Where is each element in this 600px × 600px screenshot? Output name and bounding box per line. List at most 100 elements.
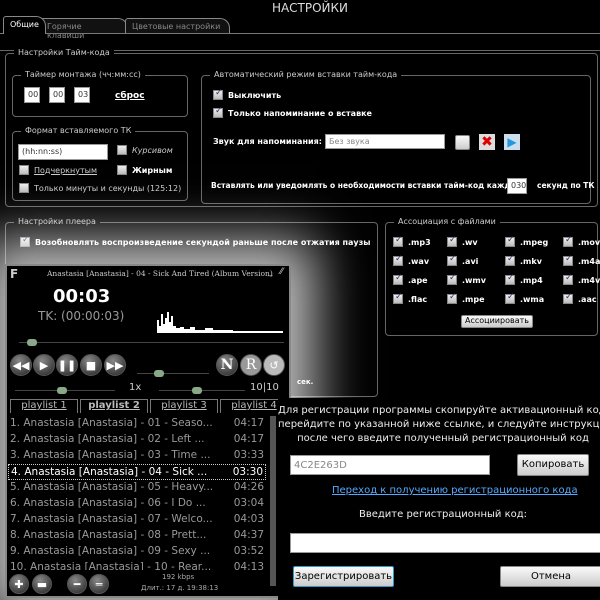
ext-checkbox[interactable]: .wmv (447, 273, 486, 285)
timer-seconds-input[interactable]: 03 (74, 87, 90, 103)
close-button[interactable]: ⁄⁄ (280, 267, 283, 277)
checkbox-icon[interactable] (20, 235, 30, 247)
rewind-button[interactable]: ◀◀ (10, 354, 32, 376)
playlist-item[interactable]: 1. Anastasia [Anastasia] - 01 - Seaso...… (8, 416, 266, 432)
ext-checkbox[interactable]: .m4v (563, 273, 600, 285)
playlist-item[interactable]: 4. Anastasia [Anastasia] - 04 - Sick ...… (8, 464, 266, 480)
tab-colors[interactable]: Цветовые настройки (125, 18, 230, 34)
ext-checkbox[interactable]: .mpeg (505, 235, 548, 247)
italic-checkbox[interactable]: Курсивом (117, 145, 173, 155)
checkbox-icon[interactable] (505, 254, 515, 266)
checkbox-icon[interactable] (505, 292, 515, 304)
activation-code-field[interactable]: 4C2E263D (290, 455, 490, 475)
checkbox-icon[interactable] (213, 106, 223, 118)
ext-checkbox[interactable]: .avi (447, 254, 478, 266)
underline-checkbox[interactable]: Подчеркнутым (19, 165, 97, 175)
checkbox-icon[interactable] (393, 292, 403, 304)
register-button[interactable]: Зарегистрировать (292, 565, 395, 588)
checkbox-icon[interactable] (117, 145, 127, 155)
playlist-tab[interactable]: playlist 3 (150, 399, 218, 413)
checkbox-icon[interactable] (563, 254, 573, 266)
ext-checkbox[interactable]: .wv (447, 235, 478, 247)
checkbox-icon[interactable] (505, 273, 515, 285)
ext-checkbox[interactable]: .wav (393, 254, 429, 266)
ext-checkbox[interactable]: .ape (393, 273, 428, 285)
ext-checkbox[interactable]: .mp4 (505, 273, 543, 285)
playlist-item[interactable]: 5. Anastasia [Anastasia] - 05 - Heavy...… (8, 480, 266, 496)
checkbox-icon[interactable] (19, 165, 29, 175)
get-code-link[interactable]: Переход к получению регистрационного код… (332, 485, 578, 496)
checkbox-icon[interactable] (117, 165, 127, 175)
ext-checkbox[interactable]: .mkv (505, 254, 542, 266)
play-button[interactable]: ▶ (33, 354, 55, 376)
remind-only-checkbox[interactable]: Только напоминание о вставке (213, 106, 372, 118)
sound-input[interactable]: Без звука (325, 134, 445, 149)
n-button[interactable]: N (216, 354, 238, 376)
checkbox-icon[interactable] (447, 254, 457, 266)
timer-hours-input[interactable]: 00 (24, 87, 40, 103)
r-button[interactable]: R (240, 354, 262, 376)
interval-input[interactable]: 030 (507, 178, 527, 194)
checkbox-icon[interactable] (393, 273, 403, 285)
playlist-item[interactable]: 10. Anastasia [Anastasia] - 10 - Rear...… (8, 560, 266, 570)
seek-slider[interactable] (19, 339, 284, 346)
checkbox-icon[interactable] (563, 273, 573, 285)
ext-checkbox[interactable]: .mp3 (393, 235, 431, 247)
repeat-icon[interactable]: ↺ (263, 354, 285, 376)
tab-general[interactable]: Общие (3, 16, 46, 34)
playlist-tab[interactable]: playlist 1 (10, 399, 78, 413)
checkbox-icon[interactable] (447, 292, 457, 304)
reg-code-field[interactable] (290, 533, 600, 553)
format-input[interactable]: (hh:nn:ss) (18, 144, 108, 160)
playlist-item[interactable]: 7. Anastasia [Anastasia] - 07 - Welco...… (8, 512, 266, 528)
checkbox-icon[interactable] (505, 235, 515, 247)
minimize-button[interactable]: _ (268, 267, 273, 277)
playlist-item[interactable]: 6. Anastasia [Anastasia] - 06 - I Do ...… (8, 496, 266, 512)
ext-checkbox[interactable]: .wma (505, 292, 544, 304)
disable-checkbox[interactable]: Выключить (213, 88, 281, 100)
ext-checkbox[interactable]: .aac (563, 292, 597, 304)
ext-checkbox[interactable]: .flac (393, 292, 427, 304)
reset-link[interactable]: сброс (115, 91, 145, 101)
stop-button[interactable]: ■ (80, 354, 102, 376)
ext-checkbox[interactable]: .mov (563, 235, 600, 247)
app-logo-icon: F (10, 267, 19, 281)
playlist-item[interactable]: 8. Anastasia [Anastasia] - 08 - Prett...… (8, 528, 266, 544)
playlist-scrollbar[interactable] (270, 416, 276, 586)
checkbox-icon[interactable] (393, 254, 403, 266)
cancel-button[interactable]: Отмена (500, 566, 600, 587)
remove-all-icon[interactable]: ═ (89, 574, 109, 594)
checkbox-icon[interactable] (447, 273, 457, 285)
associate-button[interactable]: Ассоциировать (461, 315, 533, 328)
browse-button[interactable] (455, 135, 470, 150)
checkbox-icon[interactable] (563, 235, 573, 247)
timer-minutes-input[interactable]: 00 (49, 87, 65, 103)
folder-icon[interactable]: ▬ (32, 574, 52, 594)
add-icon[interactable]: ✚ (9, 574, 29, 594)
delete-icon[interactable]: ✖ (479, 134, 495, 150)
copy-button[interactable]: Копировать (517, 454, 589, 476)
balance-slider[interactable] (15, 387, 115, 394)
ext-checkbox[interactable]: .m4a (563, 254, 600, 266)
playlist-tab[interactable]: playlist 2 (80, 399, 148, 413)
forward-button[interactable]: ▶▶ (104, 354, 126, 376)
volume-slider[interactable] (137, 370, 209, 377)
checkbox-icon[interactable] (213, 88, 223, 100)
resume-checkbox[interactable]: Возобновлять воспроизведение секундой ра… (20, 235, 371, 247)
play-sound-icon[interactable]: ▶ (504, 134, 520, 150)
pause-button[interactable]: ❚❚ (56, 354, 78, 376)
checkbox-icon[interactable] (19, 183, 29, 193)
bold-checkbox[interactable]: Жирным (117, 165, 172, 175)
checkbox-icon[interactable] (563, 292, 573, 304)
tab-hotkeys[interactable]: Горячие клавиши (40, 18, 128, 40)
ext-checkbox[interactable]: .mpe (447, 292, 485, 304)
minsec-checkbox[interactable]: Только минуты и секунды (125:12) (19, 183, 181, 193)
remove-icon[interactable]: ━ (67, 574, 87, 594)
playlist-item[interactable]: 3. Anastasia [Anastasia] - 03 - Time ...… (8, 448, 266, 464)
checkbox-icon[interactable] (447, 235, 457, 247)
checkbox-label: .mpe (462, 294, 485, 304)
checkbox-icon[interactable] (393, 235, 403, 247)
playlist-item[interactable]: 9. Anastasia [Anastasia] - 09 - Sexy ...… (8, 544, 266, 560)
playlist-item[interactable]: 2. Anastasia [Anastasia] - 02 - Left ...… (8, 432, 266, 448)
speed-slider[interactable] (159, 387, 245, 394)
